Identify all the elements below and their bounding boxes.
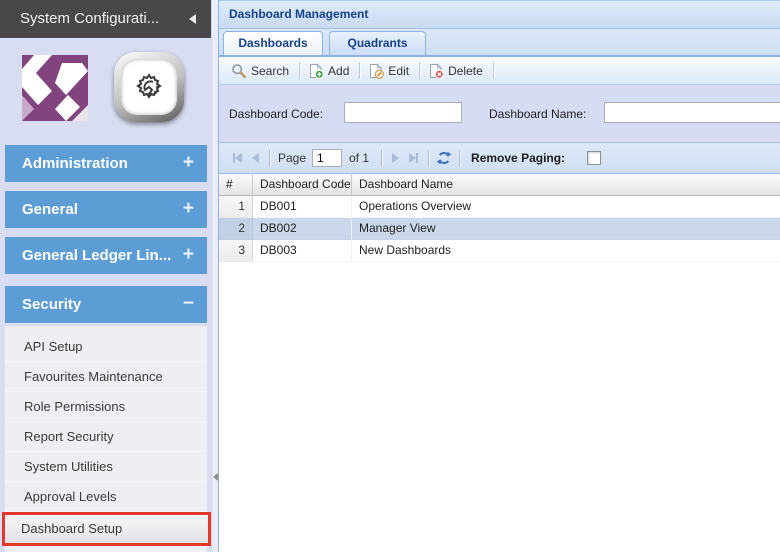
toolbar-separator <box>493 62 494 79</box>
row-number-cell: 2 <box>219 218 253 240</box>
section-label: General Ledger Lin... <box>22 247 171 264</box>
column-header-dashboard-code[interactable]: Dashboard Code <box>253 174 352 195</box>
security-submenu: API Setup Favourites Maintenance Role Pe… <box>5 326 207 552</box>
last-page-button[interactable] <box>409 153 418 163</box>
expand-plus-icon[interactable]: + <box>183 191 194 227</box>
expand-plus-icon[interactable]: + <box>183 237 194 273</box>
dashboard-name-cell: Operations Overview <box>352 196 780 218</box>
sidebar-item-favourites-maintenance[interactable]: Favourites Maintenance <box>5 362 207 392</box>
toolbar-separator <box>299 62 300 79</box>
remove-paging-label: Remove Paging: <box>471 151 565 165</box>
collapse-minus-icon[interactable]: − <box>183 286 194 322</box>
first-page-button[interactable] <box>233 153 242 163</box>
paging-separator <box>428 150 429 167</box>
sidebar-item-role-permissions[interactable]: Role Permissions <box>5 392 207 422</box>
add-button[interactable]: Add <box>303 60 356 82</box>
dashboard-name-input[interactable] <box>604 102 780 123</box>
dashboard-code-cell: DB002 <box>253 218 352 240</box>
toolbar: Search Add Edit <box>219 57 780 85</box>
page-of-label: of 1 <box>349 151 369 165</box>
dashboard-name-cell: New Dashboards <box>352 240 780 262</box>
expand-plus-icon[interactable]: + <box>183 145 194 181</box>
section-label: General <box>22 201 78 218</box>
last-page-icon <box>409 153 416 163</box>
row-number-cell: 3 <box>219 240 253 262</box>
page-number-input[interactable] <box>312 149 342 167</box>
paging-separator <box>459 150 460 167</box>
sidebar-title: System Configurati... <box>20 10 159 27</box>
prev-page-button[interactable] <box>252 153 259 163</box>
sidebar-section-administration[interactable]: Administration + <box>5 145 207 182</box>
app-window: System Configurati... Administra <box>0 0 780 552</box>
edit-button-label: Edit <box>388 64 409 78</box>
dashboard-code-input[interactable] <box>344 102 462 123</box>
first-page-icon <box>235 153 242 163</box>
delete-icon <box>428 63 444 79</box>
table-row-selected[interactable]: 2 DB002 Manager View <box>219 218 780 240</box>
paging-separator <box>381 150 382 167</box>
next-page-icon <box>392 153 399 163</box>
settings-logo <box>114 52 184 122</box>
panel-splitter[interactable] <box>211 0 218 552</box>
dashboard-code-cell: DB001 <box>253 196 352 218</box>
remove-paging-checkbox[interactable] <box>587 151 601 165</box>
search-icon <box>231 63 247 79</box>
delete-button[interactable]: Delete <box>423 60 490 82</box>
last-page-icon <box>416 153 418 163</box>
refresh-icon <box>436 150 452 166</box>
company-logo <box>22 55 88 121</box>
page-label: Page <box>278 151 306 165</box>
tab-strip: Dashboards Quadrants <box>219 29 780 57</box>
paging-toolbar: Page of 1 Remove Paging: <box>219 143 780 174</box>
grid-header: # Dashboard Code Dashboard Name <box>219 174 780 196</box>
sidebar-item-approval-levels[interactable]: Approval Levels <box>5 482 207 512</box>
sidebar-item-api-setup[interactable]: API Setup <box>5 332 207 362</box>
sidebar-collapse-icon[interactable] <box>189 14 196 24</box>
column-header-dashboard-name[interactable]: Dashboard Name <box>352 174 780 195</box>
delete-button-label: Delete <box>448 64 483 78</box>
dashboard-code-cell: DB003 <box>253 240 352 262</box>
sidebar-section-security[interactable]: Security − <box>5 286 207 323</box>
search-form: Dashboard Code: Dashboard Name: <box>219 85 780 143</box>
row-number-cell: 1 <box>219 196 253 218</box>
tab-dashboards[interactable]: Dashboards <box>223 31 323 55</box>
dashboard-code-label: Dashboard Code: <box>229 107 323 121</box>
dashboard-management-panel: Dashboard Management Dashboards Quadrant… <box>218 0 780 552</box>
dashboard-name-label: Dashboard Name: <box>489 107 586 121</box>
tab-quadrants[interactable]: Quadrants <box>329 31 426 55</box>
sidebar-section-general[interactable]: General + <box>5 191 207 228</box>
edit-button[interactable]: Edit <box>363 60 416 82</box>
edit-icon <box>368 63 384 79</box>
toolbar-separator <box>419 62 420 79</box>
sidebar-header: System Configurati... <box>0 0 211 38</box>
gear-icon <box>121 59 177 115</box>
table-row[interactable]: 3 DB003 New Dashboards <box>219 240 780 262</box>
paging-separator <box>269 150 270 167</box>
search-button[interactable]: Search <box>226 60 296 82</box>
section-label: Administration <box>22 155 128 172</box>
toolbar-separator <box>359 62 360 79</box>
sidebar-item-system-utilities[interactable]: System Utilities <box>5 452 207 482</box>
sidebar: System Configurati... Administra <box>0 0 211 552</box>
sidebar-section-general-ledger[interactable]: General Ledger Lin... + <box>5 237 207 274</box>
prev-page-icon <box>252 153 259 163</box>
refresh-button[interactable] <box>436 150 452 166</box>
sidebar-item-report-security[interactable]: Report Security <box>5 422 207 452</box>
add-icon <box>308 63 324 79</box>
search-button-label: Search <box>251 64 289 78</box>
column-header-number[interactable]: # <box>219 174 253 195</box>
panel-title: Dashboard Management <box>219 0 780 29</box>
dashboard-name-cell: Manager View <box>352 218 780 240</box>
next-page-button[interactable] <box>392 153 399 163</box>
table-row[interactable]: 1 DB001 Operations Overview <box>219 196 780 218</box>
section-label: Security <box>22 296 81 313</box>
sidebar-item-dashboard-setup[interactable]: Dashboard Setup <box>2 512 211 546</box>
add-button-label: Add <box>328 64 349 78</box>
